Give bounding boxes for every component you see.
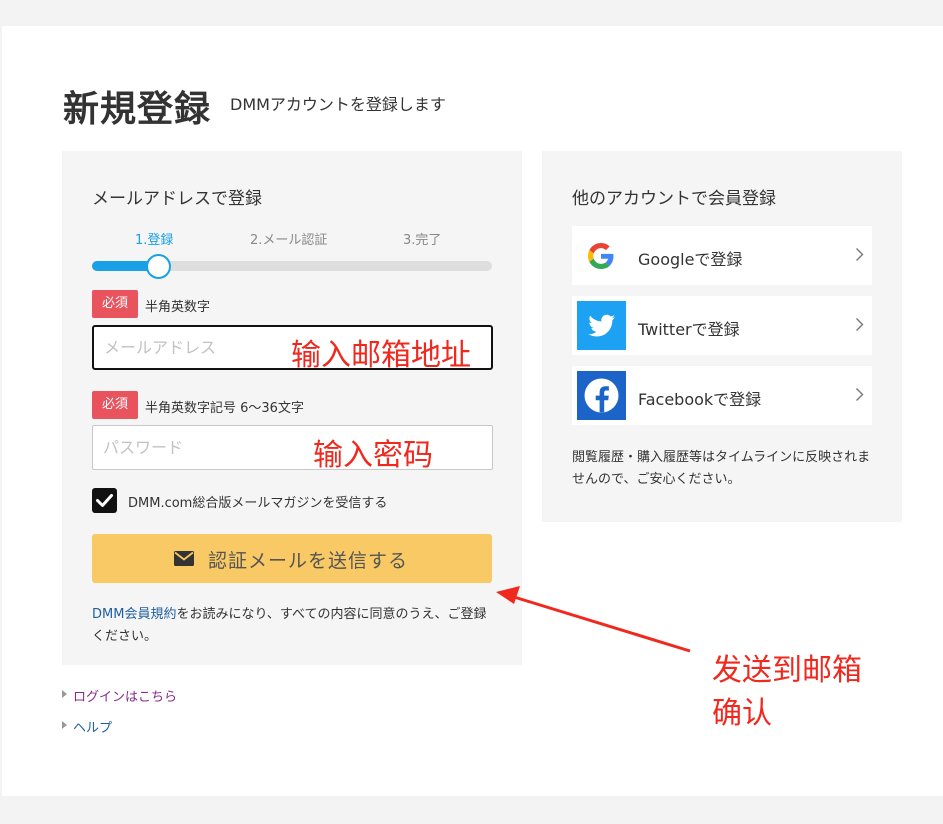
chevron-right-icon	[855, 317, 864, 336]
step-register: 1.登録	[135, 233, 174, 248]
step-email-verify: 2.メール認証	[250, 233, 328, 248]
page-subtitle: DMMアカウントを登録します	[230, 95, 446, 114]
email-annotation: 输入邮箱地址	[291, 338, 471, 373]
google-signup-label[interactable]: Googleで登録	[638, 246, 742, 270]
newsletter-checkbox[interactable]	[92, 488, 117, 513]
facebook-icon	[577, 371, 626, 420]
checkmark-icon	[96, 494, 113, 507]
twitter-signup-button[interactable]: Twitterで登録	[572, 296, 872, 355]
email-required-badge: 必須	[92, 290, 138, 318]
login-link[interactable]: ログインはこちら	[73, 686, 177, 705]
step-complete: 3.完了	[403, 233, 442, 248]
password-hint: 半角英数字記号 6〜36文字	[145, 401, 304, 416]
newsletter-label[interactable]: DMM.com総合版メールマガジンを受信する	[128, 492, 387, 511]
annotation-arrow-icon	[496, 586, 691, 653]
chevron-right-icon	[855, 247, 864, 266]
page-title: 新規登録	[63, 89, 212, 130]
email-hint: 半角英数字	[145, 300, 211, 315]
facebook-signup-button[interactable]: Facebookで登録	[572, 366, 872, 425]
envelope-icon	[174, 551, 194, 570]
password-annotation: 输入密码	[313, 438, 433, 473]
caret-right-icon	[62, 721, 67, 729]
twitter-icon	[577, 301, 626, 350]
twitter-signup-label[interactable]: Twitterで登録	[638, 316, 740, 340]
send-annotation-line1: 发送到邮箱	[712, 653, 862, 688]
email-signup-heading: メールアドレスで登録	[92, 189, 262, 209]
caret-right-icon	[62, 690, 67, 698]
send-annotation-line2: 确认	[712, 696, 772, 731]
terms-text: DMM会員規約をお読みになり、すべての内容に同意のうえ、ご登録ください。	[92, 604, 492, 648]
password-required-badge: 必須	[92, 391, 138, 419]
facebook-signup-label[interactable]: Facebookで登録	[638, 386, 761, 410]
google-signup-button[interactable]: Googleで登録	[572, 226, 872, 285]
social-signup-heading: 他のアカウントで会員登録	[572, 189, 776, 209]
send-verification-email-label[interactable]: 認証メールを送信する	[208, 546, 408, 573]
timeline-note: 閲覧履歴・購入履歴等はタイムラインに反映されませんので、ご安心ください。	[572, 450, 871, 487]
chevron-right-icon	[855, 387, 864, 406]
terms-link[interactable]: DMM会員規約	[92, 607, 176, 622]
help-link[interactable]: ヘルプ	[73, 717, 112, 736]
progress-knob	[146, 254, 171, 279]
google-icon	[588, 243, 614, 273]
